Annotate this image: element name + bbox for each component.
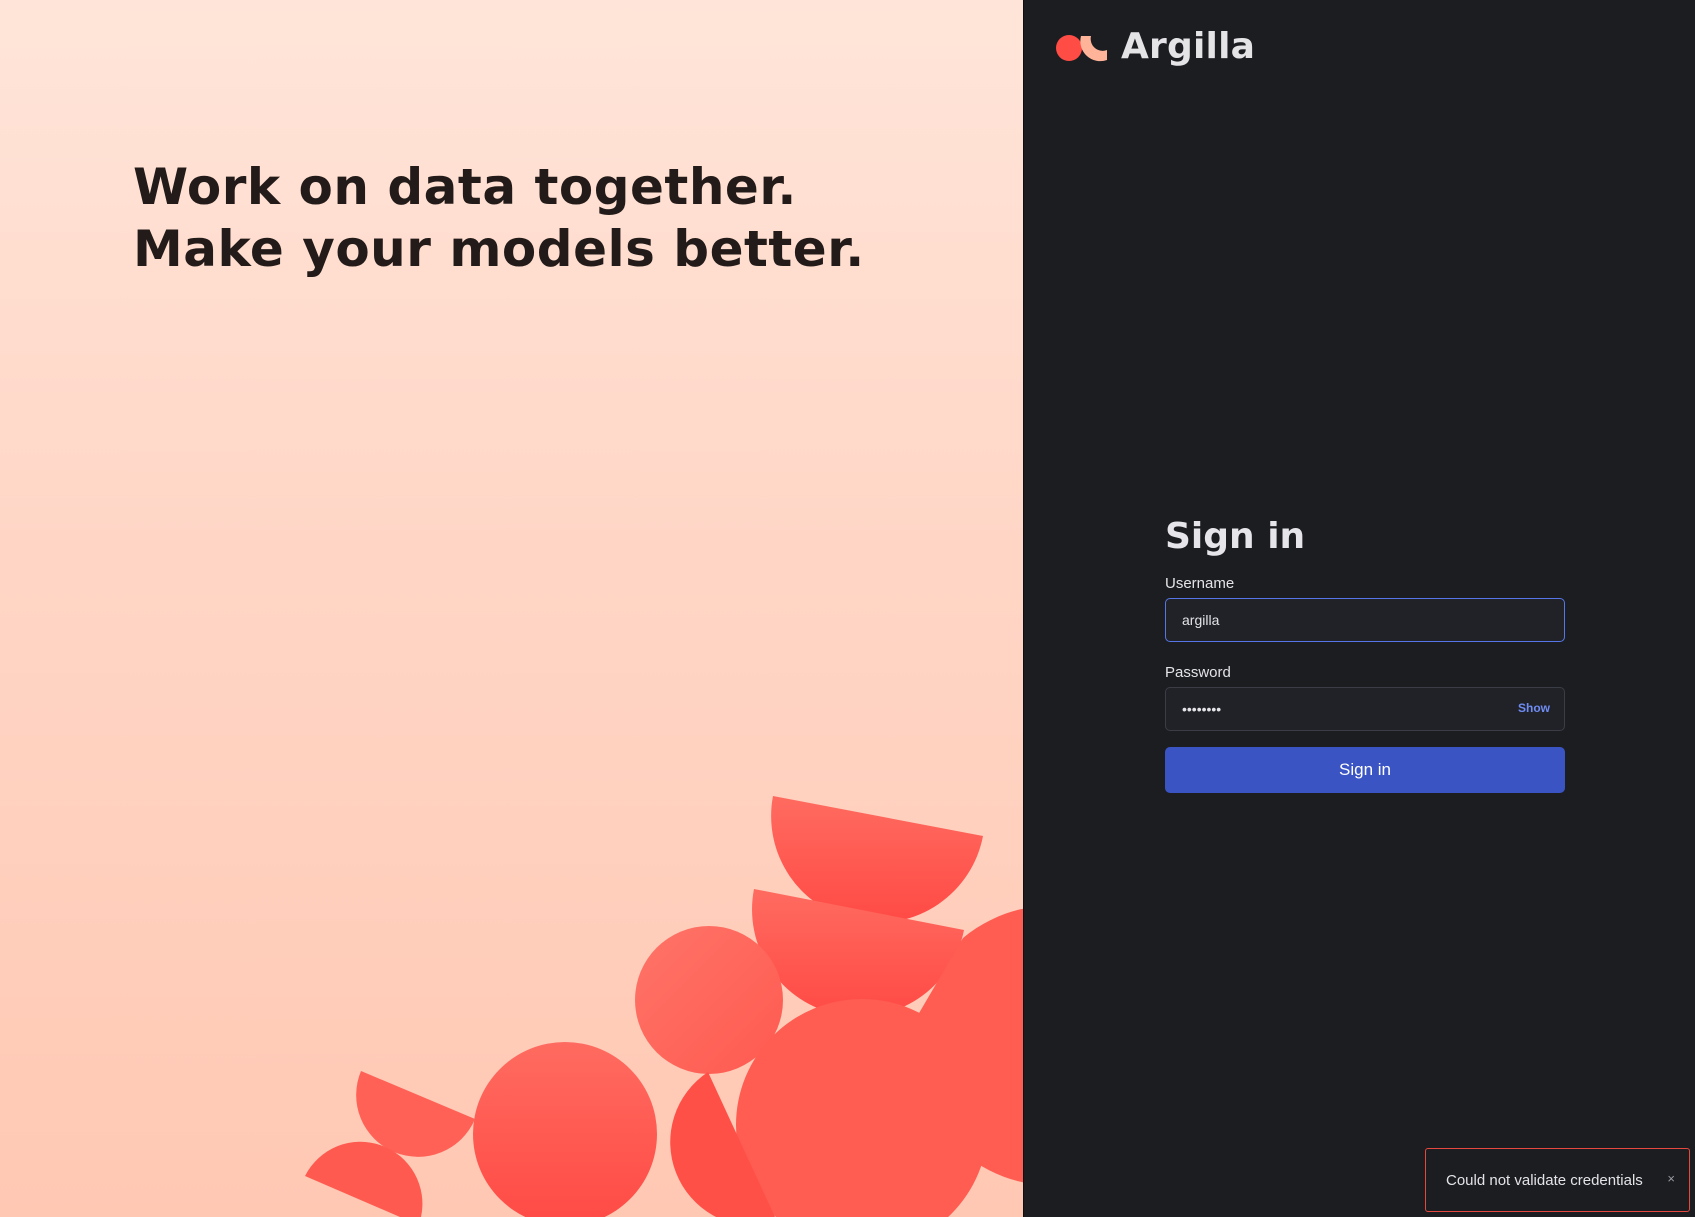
signin-panel: Argilla Sign in Username Password Show S… <box>1023 0 1695 1217</box>
signin-form: Sign in Username Password Show Sign in <box>1165 516 1565 793</box>
username-input[interactable] <box>1166 599 1564 641</box>
username-label: Username <box>1165 575 1235 592</box>
shape-circle-medium <box>473 1042 657 1217</box>
brand-name: Argilla <box>1121 26 1256 67</box>
decorative-shapes <box>305 796 1023 1217</box>
brand[interactable]: Argilla <box>1055 26 1255 67</box>
password-label: Password <box>1165 664 1231 681</box>
hero-section: Work on data together. Make your models … <box>0 0 1023 1217</box>
toast-message: Could not validate credentials <box>1446 1171 1643 1189</box>
username-field-wrapper <box>1165 598 1565 642</box>
signin-title: Sign in <box>1165 516 1306 557</box>
login-page: Work on data together. Make your models … <box>0 0 1695 1217</box>
argilla-logo-icon <box>1056 34 1107 61</box>
password-field-wrapper: Show <box>1165 687 1565 731</box>
close-icon[interactable]: × <box>1667 1171 1675 1186</box>
show-password-toggle[interactable]: Show <box>1518 701 1550 715</box>
error-toast: Could not validate credentials × <box>1425 1148 1690 1212</box>
password-input[interactable] <box>1166 688 1564 730</box>
signin-button[interactable]: Sign in <box>1165 747 1565 793</box>
